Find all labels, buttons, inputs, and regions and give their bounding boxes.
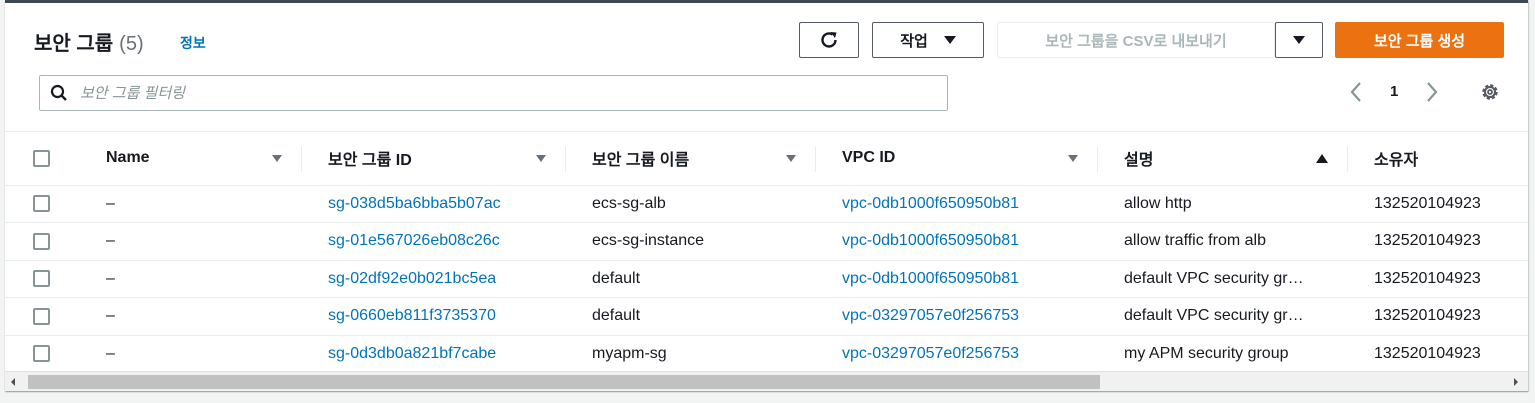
row-checkbox[interactable] xyxy=(33,270,50,288)
cell-sg-name: default xyxy=(592,307,641,325)
gear-icon xyxy=(1482,84,1498,100)
row-checkbox[interactable] xyxy=(33,307,50,325)
scroll-left-arrow-icon[interactable] xyxy=(11,378,15,386)
cell-sg-name: myapm-sg xyxy=(592,344,667,362)
column-header-sg-name[interactable]: 보안 그룹 이름 xyxy=(566,132,816,186)
sort-ascending-icon[interactable] xyxy=(1316,153,1328,163)
cell-description: my APM security group xyxy=(1124,344,1289,362)
cell-sg-name: default xyxy=(592,269,641,287)
chevron-right-icon xyxy=(1427,82,1438,102)
actions-label: 작업 xyxy=(900,32,928,50)
chevron-left-icon xyxy=(1350,82,1361,102)
caret-down-icon xyxy=(943,36,956,44)
search-icon xyxy=(50,84,67,101)
table-row[interactable]: – sg-01e567026eb08c26c ecs-sg-instance v… xyxy=(5,222,1528,261)
security-groups-panel: 보안 그룹 (5) 정보 작업 보안 그룹을 CSV로 내보내기 보안 그룹 생성… xyxy=(5,0,1528,391)
column-header-owner[interactable]: 소유자 xyxy=(1348,132,1528,186)
scroll-right-arrow-icon[interactable] xyxy=(1514,378,1518,386)
filter-search-box[interactable] xyxy=(39,75,948,111)
cell-vpc-id-link[interactable]: vpc-0db1000f650950b81 xyxy=(816,270,1098,288)
column-header-description[interactable]: 설명 xyxy=(1098,132,1348,186)
previous-page-button[interactable] xyxy=(1346,80,1366,109)
preferences-button[interactable] xyxy=(1479,81,1501,108)
table-row[interactable]: – sg-0660eb811f3735370 default vpc-03297… xyxy=(5,297,1528,336)
filter-input[interactable] xyxy=(80,84,900,102)
sort-down-icon[interactable] xyxy=(272,154,282,162)
cell-name: – xyxy=(106,344,115,362)
cell-vpc-id-link[interactable]: vpc-0db1000f650950b81 xyxy=(816,232,1098,250)
cell-description: allow http xyxy=(1124,194,1192,212)
row-checkbox[interactable] xyxy=(33,345,50,363)
cell-sg-id-link[interactable]: sg-0660eb811f3735370 xyxy=(302,307,566,325)
cell-vpc-id-link[interactable]: vpc-03297057e0f256753 xyxy=(816,307,1098,325)
cell-owner: 132520104923 xyxy=(1374,232,1481,250)
caret-down-icon xyxy=(1293,36,1305,44)
actions-button[interactable]: 작업 xyxy=(872,22,984,58)
header-select-all xyxy=(5,132,80,186)
row-checkbox[interactable] xyxy=(33,195,50,213)
cell-sg-name: ecs-sg-alb xyxy=(592,194,666,212)
sort-down-icon[interactable] xyxy=(786,154,796,162)
table-row[interactable]: – sg-02df92e0b021bc5ea default vpc-0db10… xyxy=(5,260,1528,298)
page-title: 보안 그룹 (5) xyxy=(34,33,144,55)
cell-sg-id-link[interactable]: sg-038d5ba6bba5b07ac xyxy=(302,195,566,213)
cell-description: allow traffic from alb xyxy=(1124,232,1266,250)
sort-down-icon[interactable] xyxy=(1068,154,1078,162)
cell-owner: 132520104923 xyxy=(1374,194,1481,212)
cell-owner: 132520104923 xyxy=(1374,344,1481,362)
cell-vpc-id-link[interactable]: vpc-0db1000f650950b81 xyxy=(816,195,1098,213)
table-header-row: Name 보안 그룹 ID 보안 그룹 이름 VPC ID 설명 소유자 xyxy=(5,132,1528,186)
cell-description: default VPC security gr… xyxy=(1124,307,1304,325)
cell-sg-id-link[interactable]: sg-01e567026eb08c26c xyxy=(302,232,566,250)
cell-sg-name: ecs-sg-instance xyxy=(592,232,705,250)
column-header-name[interactable]: Name xyxy=(80,132,302,186)
cell-sg-id-link[interactable]: sg-0d3db0a821bf7cabe xyxy=(302,345,566,363)
horizontal-scrollbar[interactable] xyxy=(5,371,1528,391)
cell-sg-id-link[interactable]: sg-02df92e0b021bc5ea xyxy=(302,270,566,288)
refresh-button[interactable] xyxy=(799,22,859,58)
row-checkbox[interactable] xyxy=(33,232,50,250)
export-csv-button[interactable]: 보안 그룹을 CSV로 내보내기 xyxy=(997,22,1275,58)
scrollbar-thumb[interactable] xyxy=(28,375,1100,389)
cell-name: – xyxy=(106,232,115,250)
cell-name: – xyxy=(106,307,115,325)
table-row[interactable]: – sg-0d3db0a821bf7cabe myapm-sg vpc-0329… xyxy=(5,335,1528,373)
cell-name: – xyxy=(106,269,115,287)
cell-vpc-id-link[interactable]: vpc-03297057e0f256753 xyxy=(816,345,1098,363)
create-security-group-button[interactable]: 보안 그룹 생성 xyxy=(1335,22,1504,58)
select-all-checkbox[interactable] xyxy=(33,149,50,167)
info-link[interactable]: 정보 xyxy=(180,33,206,53)
cell-owner: 132520104923 xyxy=(1374,307,1481,325)
cell-description: default VPC security gr… xyxy=(1124,269,1304,287)
sort-down-icon[interactable] xyxy=(536,154,546,162)
table-row[interactable]: – sg-038d5ba6bba5b07ac ecs-sg-alb vpc-0d… xyxy=(5,185,1528,223)
security-groups-table: Name 보안 그룹 ID 보안 그룹 이름 VPC ID 설명 소유자 – s… xyxy=(5,131,1528,374)
column-header-sg-id[interactable]: 보안 그룹 ID xyxy=(302,132,566,186)
current-page-number[interactable]: 1 xyxy=(1390,83,1398,100)
refresh-icon xyxy=(821,32,837,48)
next-page-button[interactable] xyxy=(1422,80,1442,109)
export-dropdown-button[interactable] xyxy=(1275,22,1323,58)
group-count: (5) xyxy=(119,33,144,55)
cell-owner: 132520104923 xyxy=(1374,269,1481,287)
column-header-vpc-id[interactable]: VPC ID xyxy=(816,132,1098,186)
cell-name: – xyxy=(106,194,115,212)
